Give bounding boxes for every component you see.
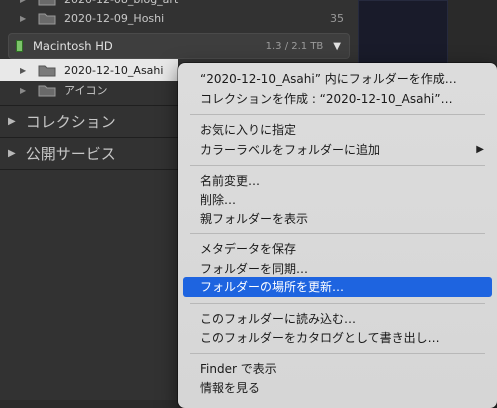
menu-item-sync-folder[interactable]: フォルダーを同期… [183, 259, 492, 279]
folder-label: 2020-12-08_blog_art [64, 0, 178, 6]
menu-item-update-folder-location[interactable]: フォルダーの場所を更新… [183, 277, 492, 297]
disclosure-triangle-icon[interactable]: ▶ [0, 86, 36, 95]
image-thumbnail [358, 0, 448, 70]
menu-item-create-collection[interactable]: コレクションを作成 : “2020-12-10_Asahi”… [183, 89, 492, 109]
panel-title: 公開サービス [25, 144, 116, 163]
volume-menu-triangle-icon[interactable]: ▼ [333, 41, 341, 52]
publish-services-panel-header[interactable]: ▶ 公開サービス [0, 138, 180, 168]
menu-item-delete[interactable]: 削除… [183, 190, 492, 210]
menu-item-show-in-finder[interactable]: Finder で表示 [183, 359, 492, 379]
folder-row-hoshi[interactable]: ▶ 2020-12-09_Hoshi 35 [0, 7, 358, 29]
folder-count: 35 [330, 11, 344, 25]
menu-item-save-metadata[interactable]: メタデータを保存 [183, 239, 492, 259]
volume-bar[interactable]: Macintosh HD 1.3 / 2.1 TB ▼ [8, 33, 350, 59]
folder-row-asahi[interactable]: ▶ 2020-12-10_Asahi [0, 59, 178, 81]
menu-item-set-favorite[interactable]: お気に入りに指定 [183, 120, 492, 140]
menu-separator [190, 353, 485, 354]
menu-item-import-to-folder[interactable]: このフォルダーに読み込む… [183, 309, 492, 329]
menu-item-create-folder-inside[interactable]: “2020-12-10_Asahi” 内にフォルダーを作成… [183, 69, 492, 89]
disclosure-triangle-icon[interactable]: ▶ [0, 66, 36, 75]
panel-title: コレクション [25, 112, 116, 131]
menu-separator [190, 114, 485, 115]
menu-separator [190, 233, 485, 234]
collapse-triangle-icon[interactable]: ▶ [8, 116, 16, 127]
folder-label: 2020-12-09_Hoshi [64, 11, 165, 25]
submenu-arrow-icon: ▶ [476, 144, 484, 155]
menu-separator [190, 165, 485, 166]
menu-item-export-as-catalog[interactable]: このフォルダーをカタログとして書き出し… [183, 328, 492, 348]
folder-icon [38, 84, 56, 97]
menu-item-add-color-label[interactable]: カラーラベルをフォルダーに追加 ▶ [183, 140, 492, 160]
collapse-triangle-icon[interactable]: ▶ [8, 148, 16, 159]
volume-status-indicator [16, 40, 23, 52]
menu-item-get-info[interactable]: 情報を見る [183, 378, 492, 398]
disclosure-triangle-icon[interactable]: ▶ [0, 14, 36, 23]
menu-separator [190, 303, 485, 304]
volume-name: Macintosh HD [33, 39, 113, 53]
disclosure-triangle-icon[interactable]: ▶ [0, 0, 36, 4]
folder-label: アイコン [64, 84, 108, 97]
folder-icon [38, 64, 56, 77]
menu-item-rename[interactable]: 名前変更… [183, 171, 492, 191]
context-menu: “2020-12-10_Asahi” 内にフォルダーを作成… コレクションを作成… [178, 63, 497, 408]
volume-size: 1.3 / 2.1 TB [265, 40, 324, 52]
collections-panel-header[interactable]: ▶ コレクション [0, 106, 180, 136]
folder-icon [38, 0, 56, 6]
folder-icon [38, 12, 56, 25]
menu-item-show-parent-folder[interactable]: 親フォルダーを表示 [183, 209, 492, 229]
folder-label: 2020-12-10_Asahi [64, 63, 164, 77]
